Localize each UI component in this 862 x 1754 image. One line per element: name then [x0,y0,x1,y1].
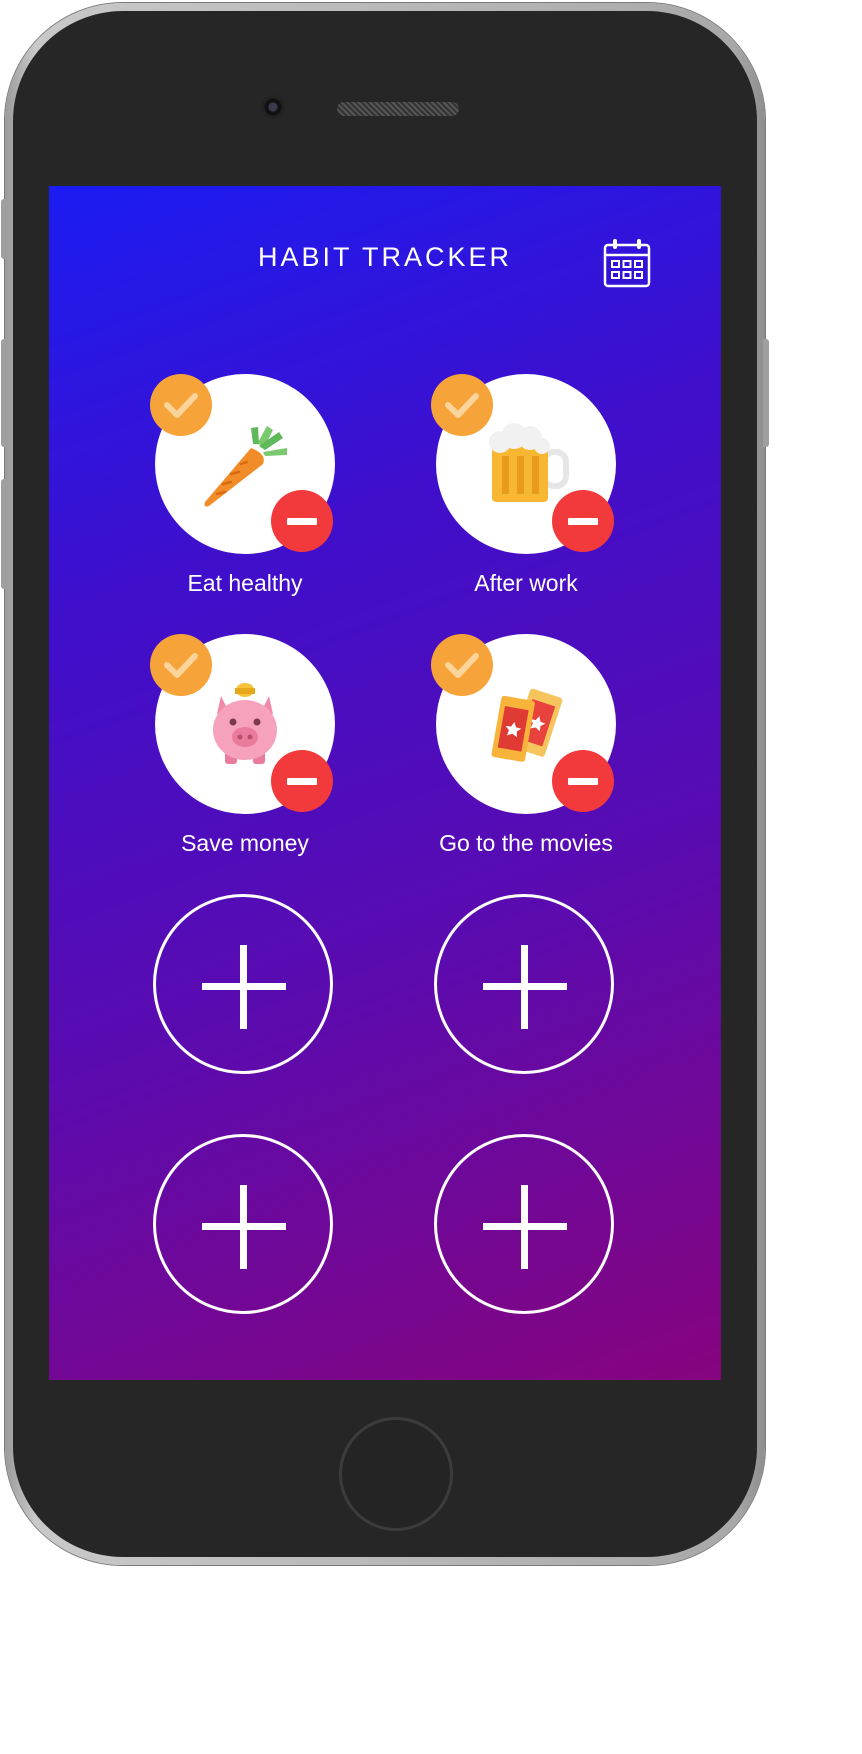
habit-card-save-money[interactable]: Save money [150,634,335,884]
habit-label: Go to the movies [439,830,613,856]
habit-label: Eat healthy [187,570,303,596]
power-button [763,339,769,447]
minus-icon [287,518,317,525]
volume-down-button [1,479,7,589]
add-habit-button[interactable] [153,894,333,1074]
habit-card-eat-healthy[interactable]: Eat healthy [150,374,335,624]
remove-habit-button[interactable] [271,490,333,552]
check-badge[interactable] [150,634,212,696]
check-badge[interactable] [150,374,212,436]
minus-icon [568,518,598,525]
check-badge[interactable] [431,374,493,436]
add-habit-button[interactable] [434,1134,614,1314]
minus-icon [287,778,317,785]
habit-label: After work [474,570,578,596]
habit-card-go-to-the-movies[interactable]: Go to the movies [431,634,616,884]
check-badge[interactable] [431,634,493,696]
checkmark-icon [445,393,479,418]
earpiece-speaker [337,102,459,116]
volume-up-button [1,339,7,447]
checkmark-icon [164,653,198,678]
remove-habit-button[interactable] [552,750,614,812]
checkmark-icon [164,393,198,418]
add-habit-button[interactable] [434,894,614,1074]
habit-label: Save money [181,830,309,856]
remove-habit-button[interactable] [552,490,614,552]
calendar-icon[interactable] [603,238,651,288]
app-screen: HABIT TRACKER Eat healthy After work Sav… [49,186,721,1380]
remove-habit-button[interactable] [271,750,333,812]
minus-icon [568,778,598,785]
mute-switch [1,199,7,259]
add-habit-button[interactable] [153,1134,333,1314]
front-camera [261,95,285,119]
home-button[interactable] [339,1417,453,1531]
checkmark-icon [445,653,479,678]
habit-card-after-work[interactable]: After work [431,374,616,624]
